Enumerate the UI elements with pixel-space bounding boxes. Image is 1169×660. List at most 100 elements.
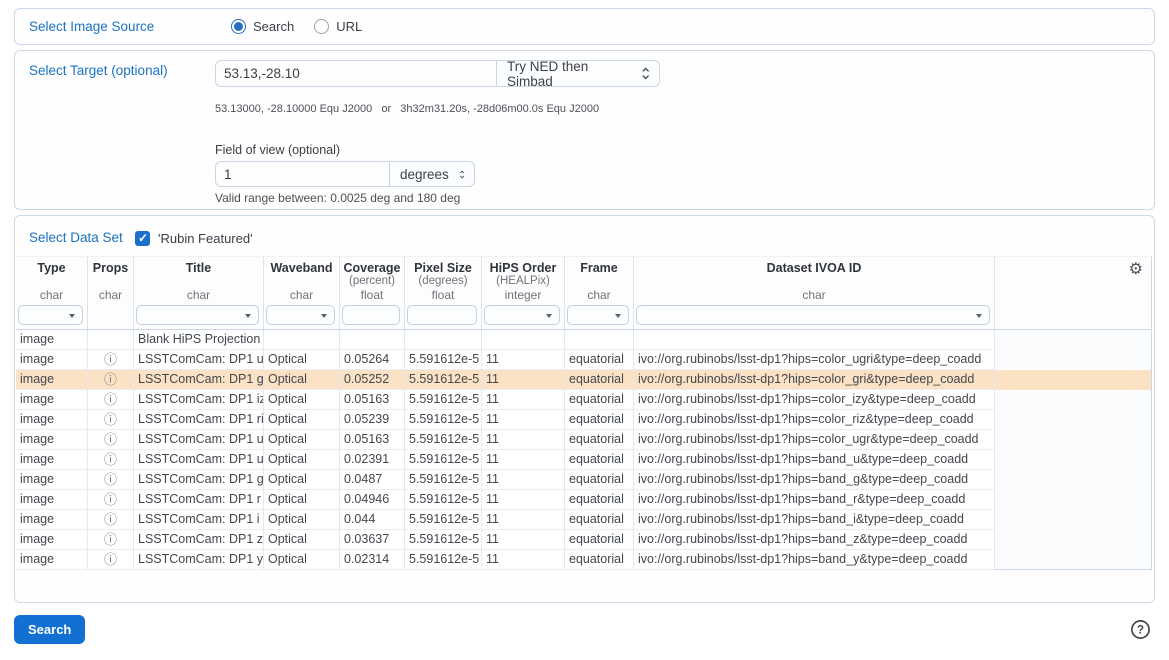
cell-props: ⓘ [88,390,134,410]
cell-ivoa-id: ivo://org.rubinobs/lsst-dp1?hips=band_u&… [634,450,995,470]
cell-type: image [16,550,88,570]
cell-props: ⓘ [88,450,134,470]
cell-frame: equatorial [565,530,634,550]
column-header-coverage[interactable]: Coverage(percent)float [340,257,405,329]
column-filter-input[interactable] [407,305,477,325]
target-label: Select Target (optional) [29,63,168,78]
info-icon[interactable]: ⓘ [104,492,117,507]
cell-title: LSSTComCam: DP1 riz [134,410,264,430]
column-header-waveband[interactable]: Wavebandchar [264,257,340,329]
column-header-pixel-size[interactable]: Pixel Size(degrees)float [405,257,482,329]
info-icon[interactable]: ⓘ [104,552,117,567]
radio-option-url[interactable]: URL [314,19,362,34]
cell-pixel-size: 5.591612e-5 [405,470,482,490]
table-row[interactable]: imageⓘLSSTComCam: DP1 iOptical0.0445.591… [16,510,1151,530]
table-row[interactable]: imageⓘLSSTComCam: DP1 yOptical0.023145.5… [16,550,1151,570]
cell-type: image [16,390,88,410]
info-icon[interactable]: ⓘ [104,352,117,367]
column-filter-select[interactable] [18,305,83,325]
cell-props: ⓘ [88,530,134,550]
cell-frame [565,330,634,350]
column-subtitle: (percent) [340,275,404,288]
table-row[interactable]: imageⓘLSSTComCam: DP1 izyOptical0.051635… [16,390,1151,410]
info-icon[interactable]: ⓘ [104,512,117,527]
cell-title: LSSTComCam: DP1 gri [134,370,264,390]
table-row[interactable]: imageⓘLSSTComCam: DP1 gOptical0.04875.59… [16,470,1151,490]
column-filter-select[interactable] [484,305,560,325]
info-icon[interactable]: ⓘ [104,452,117,467]
info-icon[interactable]: ⓘ [104,392,117,407]
cell-title: LSSTComCam: DP1 i [134,510,264,530]
cell-pixel-size: 5.591612e-5 [405,350,482,370]
cell-props: ⓘ [88,430,134,450]
info-icon[interactable]: ⓘ [104,472,117,487]
resolver-dropdown[interactable]: Try NED then Simbad [496,60,660,87]
column-name: Coverage [340,262,404,275]
image-source-radio-group: Search URL [231,19,362,34]
column-header-dataset-ivoa-id[interactable]: Dataset IVOA IDchar [634,257,995,329]
column-filter-select[interactable] [567,305,629,325]
cell-props [88,330,134,350]
cell-waveband: Optical [264,490,340,510]
info-icon[interactable]: ⓘ [104,412,117,427]
cell-ivoa-id: ivo://org.rubinobs/lsst-dp1?hips=color_g… [634,370,995,390]
cell-hips-order: 11 [482,530,565,550]
column-header-props[interactable]: Propschar [88,257,134,329]
caret-down-icon [321,314,327,318]
cell-title: LSSTComCam: DP1 g [134,470,264,490]
table-row[interactable]: imageⓘLSSTComCam: DP1 rizOptical0.052395… [16,410,1151,430]
image-source-panel: Select Image Source Search URL [14,8,1155,45]
info-icon[interactable]: ⓘ [104,532,117,547]
rubin-featured-checkbox[interactable] [135,231,150,246]
rubin-featured-label: 'Rubin Featured' [158,231,253,246]
radio-icon[interactable] [314,19,329,34]
table-row[interactable]: imageⓘLSSTComCam: DP1 griOptical0.052525… [16,370,1151,390]
column-filter-input[interactable] [342,305,400,325]
target-panel: Select Target (optional) Try NED then Si… [14,50,1155,210]
cell-frame: equatorial [565,550,634,570]
fov-input[interactable] [215,161,390,187]
column-filter-select[interactable] [636,305,990,325]
cell-frame: equatorial [565,470,634,490]
column-filter-select[interactable] [266,305,335,325]
cell-type: image [16,450,88,470]
table-row[interactable]: imageBlank HiPS Projection [16,330,1151,350]
fov-unit-dropdown[interactable]: degrees [389,161,475,187]
table-row[interactable]: imageⓘLSSTComCam: DP1 rOptical0.049465.5… [16,490,1151,510]
help-icon[interactable]: ? [1130,619,1151,640]
cell-frame: equatorial [565,370,634,390]
cell-hips-order: 11 [482,350,565,370]
table-row[interactable]: imageⓘLSSTComCam: DP1 uOptical0.023915.5… [16,450,1151,470]
column-header-hips-order[interactable]: HiPS Order(HEALPix)integer [482,257,565,329]
column-header-title[interactable]: Titlechar [134,257,264,329]
radio-icon[interactable] [231,19,246,34]
column-dtype: float [340,288,404,302]
table-row[interactable]: imageⓘLSSTComCam: DP1 zOptical0.036375.5… [16,530,1151,550]
cell-coverage: 0.05163 [340,390,405,410]
column-dtype: char [88,288,133,302]
row-filler [995,350,1151,370]
column-subtitle: (degrees) [405,275,481,288]
column-dtype: integer [482,288,564,302]
column-dtype: char [264,288,339,302]
column-dtype: char [634,288,994,302]
caret-down-icon [245,314,251,318]
cell-waveband: Optical [264,530,340,550]
column-header-type[interactable]: Typechar [16,257,88,329]
target-input[interactable] [215,60,497,87]
cell-hips-order: 11 [482,430,565,450]
search-button[interactable]: Search [14,615,85,644]
column-filter-select[interactable] [136,305,259,325]
radio-option-search[interactable]: Search [231,19,294,34]
info-icon[interactable]: ⓘ [104,372,117,387]
cell-type: image [16,410,88,430]
cell-hips-order: 11 [482,470,565,490]
column-header-frame[interactable]: Framechar [565,257,634,329]
table-row[interactable]: imageⓘLSSTComCam: DP1 ugriOptical0.05264… [16,350,1151,370]
cell-ivoa-id [634,330,995,350]
info-icon[interactable]: ⓘ [104,432,117,447]
settings-gear-icon[interactable]: ⚙ [1129,259,1143,279]
dataset-table: TypecharPropscharTitlecharWavebandcharCo… [16,256,1152,570]
cell-pixel-size: 5.591612e-5 [405,550,482,570]
table-row[interactable]: imageⓘLSSTComCam: DP1 ugrOptical0.051635… [16,430,1151,450]
